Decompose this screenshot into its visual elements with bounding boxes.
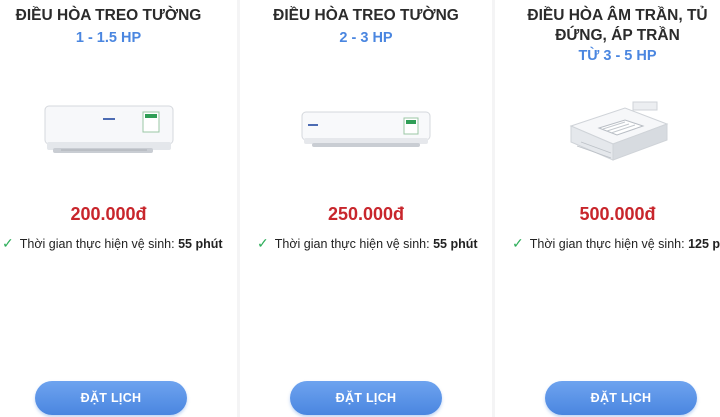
service-card-wall-large: ĐIỀU HÒA TREO TƯỜNG 2 - 3 HP 250.000đ ✓ T… — [240, 0, 492, 417]
cassette-ac-unit-image — [495, 98, 720, 170]
checkmark-icon: ✓ — [512, 235, 524, 251]
card-title: ĐIỀU HÒA TREO TƯỜNG — [273, 7, 459, 24]
feature-label: Thời gian thực hiện vệ sinh: — [274, 237, 430, 251]
feature-label: Thời gian thực hiện vệ sinh: — [529, 237, 685, 251]
card-subtitle: 1 - 1.5 HP — [75, 30, 142, 46]
feature-value: 55 phút — [178, 237, 223, 251]
card-feature: ✓ Thời gian thực hiện vệ sinh: 55 phút — [2, 235, 223, 252]
card-title-line-2: ĐỨNG, ÁP TRẦN — [555, 27, 680, 44]
checkmark-icon: ✓ — [257, 235, 269, 251]
card-price: 200.000đ — [70, 204, 147, 224]
card-feature: ✓ Thời gian thực hiện vệ sinh: 55 phút — [257, 235, 478, 252]
card-price: 500.000đ — [579, 204, 656, 224]
card-subtitle: TỪ 3 - 5 HP — [578, 48, 657, 64]
card-feature: ✓ Thời gian thực hiện vệ sinh: 125 phút — [512, 235, 720, 252]
card-price: 250.000đ — [327, 204, 405, 224]
card-subtitle: 2 - 3 HP — [339, 30, 393, 46]
service-cards: ĐIỀU HÒA TREO TƯỜNG 1 - 1.5 HP 200.000đ … — [0, 0, 720, 417]
feature-label: Thời gian thực hiện vệ sinh: — [19, 237, 175, 251]
wall-ac-unit-image — [240, 110, 492, 152]
book-button[interactable]: ĐẶT LỊCH — [545, 381, 697, 415]
book-button[interactable]: ĐẶT LỊCH — [290, 381, 442, 415]
feature-value: 125 phút — [688, 237, 720, 251]
service-card-wall-small: ĐIỀU HÒA TREO TƯỜNG 1 - 1.5 HP 200.000đ … — [0, 0, 237, 417]
checkmark-icon: ✓ — [2, 235, 14, 251]
service-card-ceiling: ĐIỀU HÒA ÂM TRẦN, TỦ ĐỨNG, ÁP TRẦN TỪ 3 … — [495, 0, 720, 417]
book-button[interactable]: ĐẶT LỊCH — [35, 381, 187, 415]
card-title-line-1: ĐIỀU HÒA ÂM TRẦN, TỦ — [527, 7, 708, 24]
feature-value: 55 phút — [433, 237, 478, 251]
card-title: ĐIỀU HÒA TREO TƯỜNG — [15, 7, 202, 24]
wall-ac-unit-image — [0, 104, 237, 158]
